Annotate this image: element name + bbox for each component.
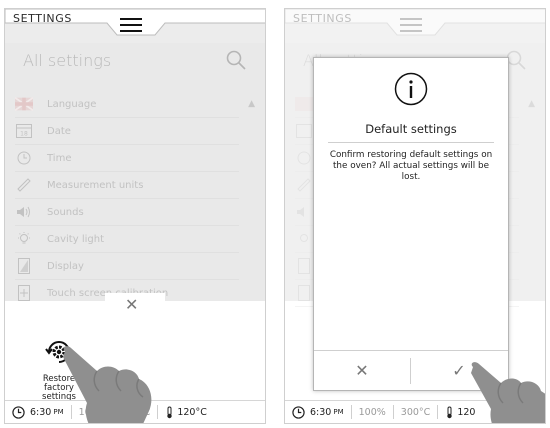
status-power: 100% [352, 405, 394, 419]
pointing-hand-icon [63, 346, 152, 423]
confirm-check-icon: ✓ [452, 360, 466, 380]
clock-icon [15, 150, 33, 166]
cancel-button[interactable]: ✕ [314, 354, 410, 386]
dialog-title: Default settings [365, 122, 457, 136]
cancel-icon: ✕ [355, 360, 369, 380]
menu-item-time[interactable]: Time [15, 145, 239, 172]
menu-item-sounds[interactable]: Sounds [15, 199, 239, 226]
ruler-icon [15, 177, 33, 193]
topbar-title: SETTINGS [13, 12, 72, 25]
settings-screen-left: SETTINGS All settings ▲ Language 18 Date [4, 8, 266, 424]
calendar-icon: 18 [15, 123, 33, 139]
top-bar: SETTINGS [5, 9, 265, 43]
status-probe: 120°C [158, 405, 214, 419]
menu-item-label: Date [47, 125, 71, 137]
dialog-divider [328, 142, 494, 143]
pointing-hand-icon [471, 362, 545, 423]
dialog-message: Confirm restoring default settings on th… [329, 150, 493, 182]
menu-item-display[interactable]: Display [15, 253, 239, 280]
speaker-icon [15, 204, 33, 220]
settings-screen-right: SETTINGS All settings ▲ Default settings [284, 8, 546, 424]
flag-icon [15, 96, 33, 112]
status-probe-temp: 120°C [177, 406, 207, 418]
menu-item-date[interactable]: 18 Date [15, 118, 239, 145]
thermometer-icon [447, 406, 453, 418]
default-settings-dialog: Default settings Confirm restoring defau… [313, 57, 509, 391]
thermometer-icon [167, 406, 173, 418]
touch-calibration-icon [15, 285, 33, 301]
info-icon [394, 72, 428, 106]
menu-item-label: Measurement units [47, 179, 144, 191]
settings-panel: SETTINGS All settings ▲ Language 18 Date [5, 9, 265, 307]
clock-icon [292, 405, 305, 419]
status-time: 6:30 PM [285, 405, 352, 419]
menu-item-measurement-units[interactable]: Measurement units [15, 172, 239, 199]
status-time-ampm: PM [333, 408, 344, 416]
search-icon[interactable] [225, 49, 247, 71]
menu-item-label: Time [47, 152, 72, 164]
settings-menu-list: Language 18 Date Time Measurement units [15, 91, 239, 307]
status-time-value: 6:30 [310, 406, 332, 418]
scroll-up-icon[interactable]: ▲ [248, 99, 255, 109]
menu-item-label: Language [47, 98, 97, 110]
section-title: All settings [23, 51, 112, 70]
close-icon[interactable]: ✕ [125, 295, 138, 314]
menu-item-language[interactable]: Language [15, 91, 239, 118]
status-time-value: 6:30 [30, 406, 52, 418]
menu-item-label: Cavity light [47, 233, 104, 245]
status-oven-temp: 300°C [394, 405, 439, 419]
lightbulb-icon [15, 231, 33, 247]
clock-icon [12, 405, 25, 419]
dialog-footer-divider [314, 350, 508, 351]
menu-item-cavity-light[interactable]: Cavity light [15, 226, 239, 253]
display-icon [15, 258, 33, 274]
hamburger-menu-icon[interactable] [120, 18, 142, 32]
menu-item-label: Display [47, 260, 84, 272]
menu-item-label: Sounds [47, 206, 84, 218]
calendar-day: 18 [20, 131, 28, 138]
